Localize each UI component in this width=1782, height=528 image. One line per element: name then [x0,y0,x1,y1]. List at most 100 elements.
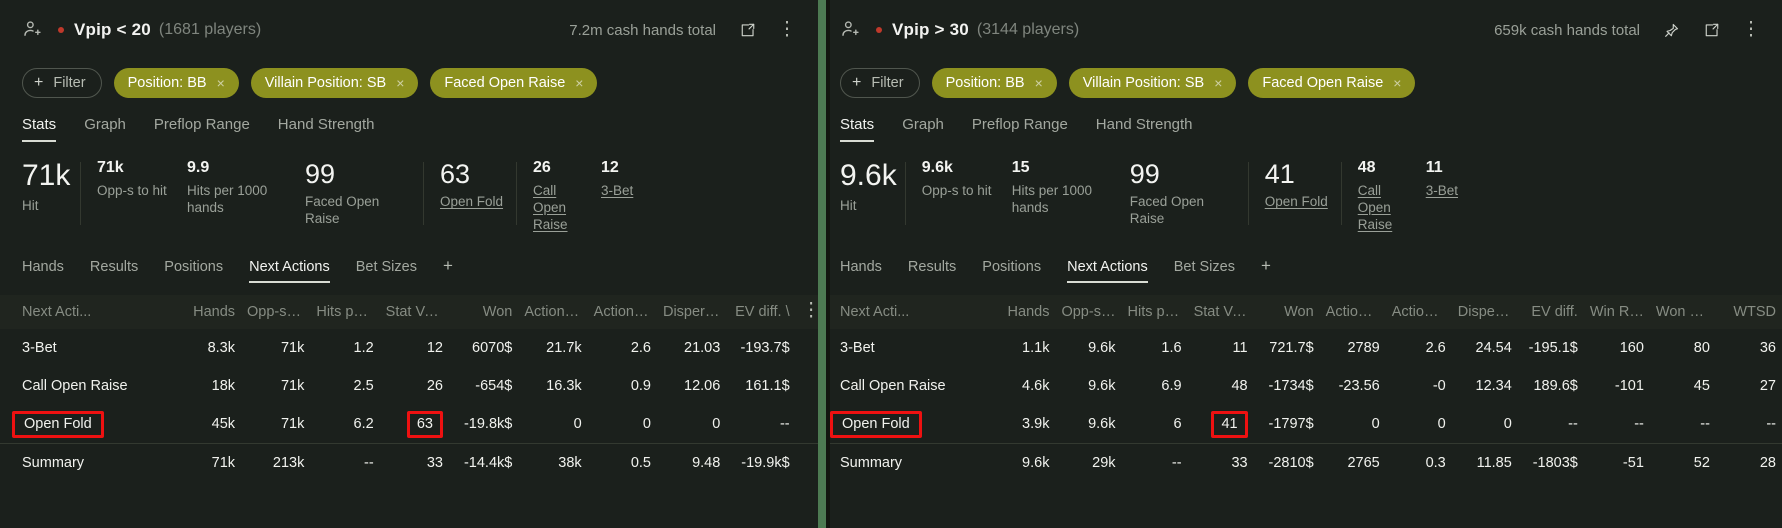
remove-filter-icon[interactable]: × [575,75,583,91]
add-filter-label: Filter [53,75,86,91]
column-header[interactable]: Hits per 1... [310,295,380,330]
table-cell: Open Fold [0,405,172,443]
column-header[interactable]: Win Rate ... [1583,295,1650,330]
column-header[interactable]: Dispersio... [1451,295,1518,330]
kpi-label[interactable]: 3-Bet [1426,183,1492,200]
add-filter-button[interactable]: + Filter [22,68,102,98]
sub-tab-hands[interactable]: Hands [22,259,64,281]
add-sub-tab-button[interactable]: + [1261,257,1271,279]
filter-chip[interactable]: Position: BB × [113,68,239,98]
column-header[interactable]: Hands [171,295,242,330]
kpi-label: Hit [840,197,857,213]
table-row: Call Open Raise 18k 71k 2.5 26 -654$ 16.3k 0.9 1… [0,367,818,405]
column-header[interactable]: Next Acti... [818,295,990,330]
table-cell: Call Open Raise [22,378,128,395]
view-tab-graph[interactable]: Graph [84,116,126,140]
filter-chip[interactable]: Position: BB × [931,68,1057,98]
column-header[interactable]: Dispersio... [656,295,727,330]
remove-filter-icon[interactable]: × [396,75,404,91]
kebab-menu-icon[interactable]: ⋮ [772,15,802,45]
column-header[interactable]: Action Pro... [1319,295,1386,330]
kpi-label[interactable]: Call Open Raise [533,183,593,234]
sub-tab-positions[interactable]: Positions [982,259,1041,281]
column-header[interactable]: EV diff. \ [726,295,796,330]
table-cell: 6.9 [1161,378,1182,395]
column-header[interactable]: Next Acti... [0,295,172,330]
filter-chip-bar: + Filter Position: BB × Villain Position: SB… [0,60,818,106]
plus-icon: + [34,74,44,91]
view-tab-graph[interactable]: Graph [902,116,944,140]
filter-chip[interactable]: Villain Position: SB × [1068,68,1237,98]
add-filter-button[interactable]: + Filter [840,68,920,98]
sub-tab-bet-sizes[interactable]: Bet Sizes [1174,259,1235,281]
view-tab-hand-strength[interactable]: Hand Strength [1096,116,1193,140]
table-cell: 2765 [1319,442,1386,482]
add-sub-tab-button[interactable]: + [443,257,453,279]
remove-filter-icon[interactable]: × [1393,75,1401,91]
column-header[interactable]: Opp-s to ... [1055,295,1122,330]
sub-tab-positions[interactable]: Positions [164,259,223,281]
column-header[interactable]: Stat Value [1187,295,1254,330]
kpi-label[interactable]: Open Fold [440,194,508,211]
table-cell: 3.9k [1022,416,1050,433]
view-tab-stats[interactable]: Stats [22,116,57,142]
table-cell: 36 [1759,340,1776,357]
table-cell: -- [1568,416,1578,433]
table-cell: 0 [1437,416,1446,433]
kpi-label[interactable]: Open Fold [1265,194,1333,211]
kpi-value: 9.9 [187,159,210,176]
pin-icon[interactable] [1656,15,1686,45]
kpi-label: Hits per 1000 hands [187,182,268,215]
column-header[interactable]: WTSD [1715,295,1782,330]
panel-resize-divider[interactable] [818,0,830,528]
filter-chip[interactable]: Faced Open Raise × [430,68,598,98]
remove-filter-icon[interactable]: × [217,75,225,91]
column-header[interactable]: Hits per 1... [1121,295,1188,330]
column-header[interactable]: Action Pro... [587,295,657,330]
column-header[interactable]: EV diff. [1517,295,1584,330]
table-cell: -- [1634,416,1644,433]
remove-filter-icon[interactable]: × [1214,75,1222,91]
column-header[interactable]: Won [449,295,519,330]
sub-tab-results[interactable]: Results [908,259,956,281]
table-cell: 0.5 [587,442,657,482]
column-header[interactable]: Hands [989,295,1056,330]
kpi-label: Opp-s to hit [921,182,992,198]
filter-chip[interactable]: Faced Open Raise × [1248,68,1416,98]
column-header[interactable]: Won [1253,295,1320,330]
column-header[interactable]: Stat Value [379,295,449,330]
popout-icon[interactable] [732,15,762,45]
view-tab-hand-strength[interactable]: Hand Strength [278,116,375,140]
popout-icon[interactable] [1696,15,1726,45]
table-cell: 71k [280,416,305,433]
table-cell: -51 [1583,442,1650,482]
next-actions-table: Next Acti...HandsOpp-s to ...Hits per 1.… [0,295,818,482]
column-header[interactable]: Action Pro... [1385,295,1452,330]
stats-table-wrap: Next Acti...HandsOpp-s to ...Hits per 1.… [818,295,1782,482]
sub-tab-hands[interactable]: Hands [840,259,882,281]
column-header[interactable]: Opp-s to ... [241,295,311,330]
sub-tab-next-actions[interactable]: Next Actions [249,259,330,284]
table-cell: Summary [818,442,990,482]
table-cell: 1.6 [1161,340,1182,357]
hands-total-label: 7.2m cash hands total [569,21,716,39]
sub-tab-next-actions[interactable]: Next Actions [1067,259,1148,284]
view-tab-stats[interactable]: Stats [840,116,875,142]
sub-tab-bet-sizes[interactable]: Bet Sizes [356,259,417,281]
table-cell: -- [779,416,790,433]
column-options-icon[interactable]: ⋮ [795,295,818,330]
view-tab-preflop-range[interactable]: Preflop Range [972,116,1068,140]
filter-title: Vpip > 30 [892,20,969,39]
remove-filter-icon[interactable]: × [1035,75,1043,91]
kpi-label[interactable]: 3-Bet [601,183,667,200]
kpi-label[interactable]: Call Open Raise [1358,183,1418,234]
sub-tab-results[interactable]: Results [90,259,138,281]
column-header[interactable]: Won Hand [1649,295,1716,330]
column-header[interactable]: Action Pro... [518,295,588,330]
table-cell: 33 [1187,442,1254,482]
kpi-hit: 71k Hit [22,160,80,214]
table-cell: 2789 [1347,340,1380,357]
view-tab-preflop-range[interactable]: Preflop Range [154,116,250,140]
filter-chip[interactable]: Villain Position: SB × [250,68,419,98]
kebab-menu-icon[interactable]: ⋮ [1736,15,1766,45]
